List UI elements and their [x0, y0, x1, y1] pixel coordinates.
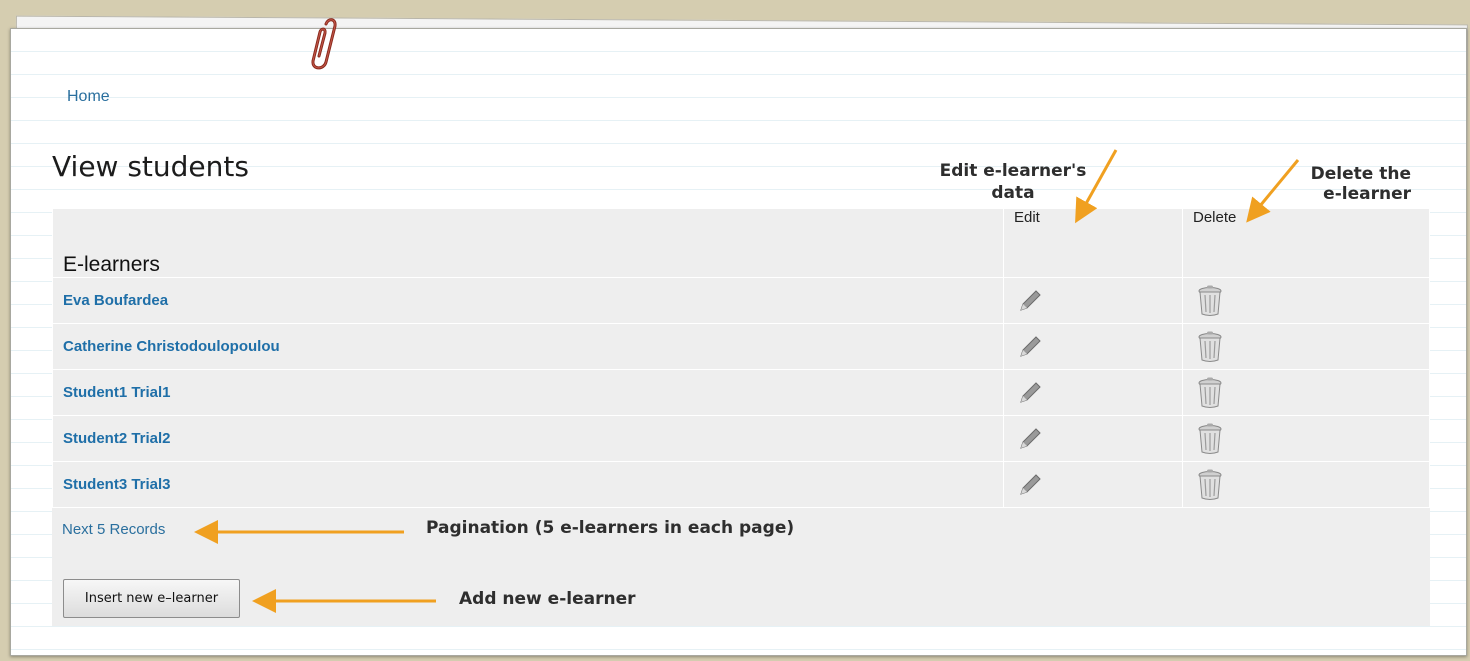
annotation-arrows: [194, 149, 1300, 613]
arrow-to-edit: [1075, 149, 1118, 224]
arrow-to-delete: [1246, 159, 1300, 223]
